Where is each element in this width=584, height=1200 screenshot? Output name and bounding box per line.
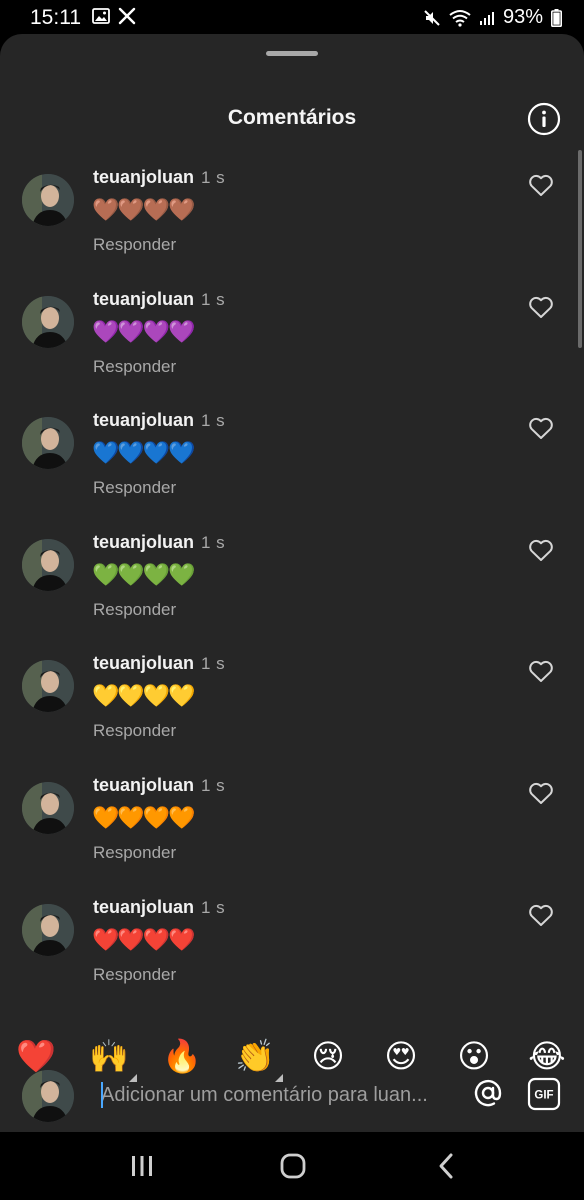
mute-icon: [423, 9, 441, 27]
comment-timestamp: 1 s: [201, 168, 226, 187]
info-icon[interactable]: [527, 102, 561, 136]
avatar[interactable]: [22, 295, 74, 348]
home-icon[interactable]: [277, 1150, 309, 1182]
reply-button[interactable]: Responder: [93, 843, 176, 863]
comment-timestamp: 1 s: [201, 411, 226, 431]
comment-timestamp: 1 s: [201, 897, 226, 917]
reply-button[interactable]: Responder: [93, 357, 176, 377]
comment-text: 💚💚💚💚: [92, 561, 196, 587]
reply-button[interactable]: Responder: [93, 721, 176, 741]
reply-button[interactable]: Responder: [93, 965, 176, 985]
comments-sheet: Comentários teuanjoluan 1 s 🤎🤎🤎🤎 Responder t…: [0, 34, 584, 1132]
comment-timestamp: 1 s: [201, 532, 226, 552]
comment-username[interactable]: teuanjoluan: [93, 167, 194, 188]
avatar[interactable]: [22, 417, 74, 470]
svg-text:GIF: GIF: [534, 1090, 553, 1102]
heart-icon[interactable]: [528, 173, 554, 197]
heart-icon[interactable]: [528, 903, 554, 927]
signal-icon: [479, 10, 495, 26]
reply-button[interactable]: Responder: [93, 478, 176, 498]
comment-item: teuanjoluan 1 s 🧡🧡🧡🧡 Responder: [0, 768, 584, 890]
comment-text: 🤎🤎🤎🤎: [92, 197, 196, 222]
heart-icon[interactable]: [528, 295, 554, 319]
avatar[interactable]: [22, 903, 74, 956]
comment-username[interactable]: teuanjoluan: [93, 775, 194, 796]
status-time: 15:11: [30, 6, 81, 29]
comment-item: teuanjoluan 1 s 💚💚💚💚 Responder: [0, 525, 584, 647]
comment-input[interactable]: [101, 1080, 447, 1110]
comment-item: teuanjoluan 1 s 💙💙💙💙 Responder: [0, 403, 584, 525]
comment-username[interactable]: teuanjoluan: [93, 289, 194, 310]
gif-button[interactable]: GIF: [527, 1077, 561, 1111]
reply-button[interactable]: Responder: [93, 600, 176, 620]
comment-username[interactable]: teuanjoluan: [93, 897, 194, 918]
drag-handle[interactable]: [266, 51, 318, 56]
comment-text: 💙💙💙💙: [92, 440, 196, 466]
comment-item: teuanjoluan 1 s ❤️❤️❤️❤️ Responder: [0, 890, 584, 1012]
comment-item: teuanjoluan 1 s 🤎🤎🤎🤎 Responder: [0, 160, 584, 282]
gallery-icon: [92, 8, 110, 24]
avatar: [22, 1070, 74, 1122]
status-bar: 15:11 93%: [0, 0, 584, 36]
comment-text: ❤️❤️❤️❤️: [92, 926, 196, 952]
reply-button[interactable]: Responder: [93, 235, 176, 255]
comment-username[interactable]: teuanjoluan: [93, 532, 194, 553]
battery-icon: [551, 8, 562, 27]
x-logo-icon: [118, 7, 136, 25]
mention-button[interactable]: [473, 1078, 503, 1108]
comment-input-bar: GIF: [0, 1064, 584, 1132]
heart-icon[interactable]: [528, 659, 554, 683]
comment-timestamp: 1 s: [201, 776, 226, 795]
comment-text: 🧡🧡🧡🧡: [92, 805, 196, 830]
comment-item: teuanjoluan 1 s 💜💜💜💜 Responder: [0, 282, 584, 404]
heart-icon[interactable]: [528, 538, 554, 562]
text-caret: [101, 1082, 103, 1108]
avatar[interactable]: [22, 660, 74, 713]
comment-username[interactable]: teuanjoluan: [93, 653, 194, 674]
comment-timestamp: 1 s: [201, 289, 226, 309]
comment-text: 💛💛💛💛: [92, 683, 196, 709]
wifi-icon: [449, 9, 471, 27]
avatar[interactable]: [22, 538, 74, 591]
avatar[interactable]: [22, 782, 74, 834]
comment-timestamp: 1 s: [201, 654, 226, 674]
heart-icon[interactable]: [528, 416, 554, 440]
back-icon[interactable]: [431, 1150, 463, 1182]
comment-username[interactable]: teuanjoluan: [93, 410, 194, 431]
heart-icon[interactable]: [528, 781, 554, 805]
recent-apps-icon[interactable]: [126, 1150, 158, 1182]
battery-percent: 93%: [502, 6, 543, 28]
system-nav-bar: [0, 1132, 584, 1200]
comment-item: teuanjoluan 1 s 💛💛💛💛 Responder: [0, 646, 584, 768]
page-title: Comentários: [227, 106, 357, 129]
avatar[interactable]: [22, 174, 74, 226]
comment-text: 💜💜💜💜: [92, 318, 196, 344]
